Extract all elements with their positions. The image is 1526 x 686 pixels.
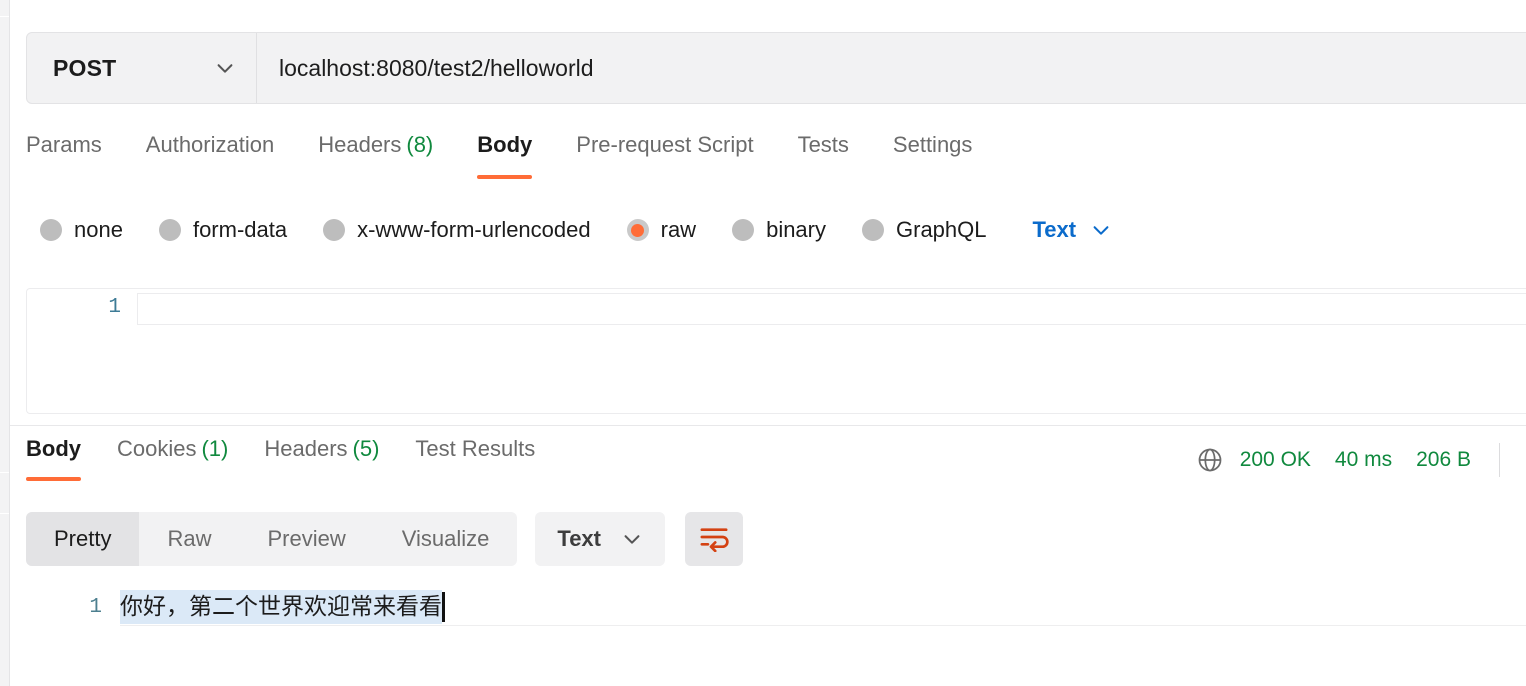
tab-label: Body [477, 132, 533, 157]
tab-label: Cookies [117, 436, 197, 461]
tab-label: Authorization [145, 132, 275, 157]
radio-icon[interactable] [862, 219, 884, 241]
sidebar-edge-strip [0, 17, 9, 472]
tab-label: Body [26, 436, 81, 461]
tab-tests[interactable]: Tests [798, 128, 849, 158]
body-type-x-www-form-urlencoded[interactable]: x-www-form-urlencoded [323, 217, 591, 243]
active-tab-underline [26, 477, 81, 481]
radio-icon[interactable] [40, 219, 62, 241]
chevron-down-icon [214, 57, 236, 79]
response-status[interactable]: 200 OK [1240, 448, 1311, 472]
tab-params[interactable]: Params [26, 128, 102, 158]
request-response-divider [10, 425, 1526, 426]
body-type-label: raw [660, 217, 697, 242]
tab-count: (1) [201, 436, 229, 461]
view-mode-label: Visualize [401, 526, 490, 551]
tab-label: Headers [318, 132, 402, 157]
active-tab-underline [477, 175, 533, 179]
radio-icon[interactable] [323, 219, 346, 241]
request-body-editor[interactable]: 1 [26, 288, 1526, 414]
response-view-mode-group: Pretty Raw Preview Visualize [26, 512, 518, 566]
radio-icon-selected[interactable] [626, 219, 649, 241]
postman-request-response-pane: POST localhost:8080/test2/helloworld Par… [0, 0, 1526, 686]
body-type-label: x-www-form-urlencoded [357, 217, 591, 242]
body-type-label: binary [766, 217, 826, 242]
globe-icon [1196, 446, 1224, 474]
sidebar-edge-strip [0, 0, 9, 16]
sidebar-divider [9, 0, 10, 686]
tab-count: (5) [352, 436, 380, 461]
request-url-input[interactable]: localhost:8080/test2/helloworld [257, 33, 1526, 103]
response-gutter: 1 [10, 585, 120, 686]
response-size[interactable]: 206 B [1416, 448, 1471, 472]
body-type-none[interactable]: none [40, 217, 123, 243]
tab-label: Params [26, 132, 102, 157]
body-type-label: none [74, 217, 123, 242]
request-url-bar: POST localhost:8080/test2/helloworld [26, 32, 1526, 104]
body-type-options: none form-data x-www-form-urlencoded raw… [40, 206, 1112, 254]
request-tabs: Params Authorization Headers (8) Body Pre… [26, 128, 1016, 184]
view-mode-raw[interactable]: Raw [139, 512, 239, 566]
text-caret [442, 592, 445, 622]
editor-active-line[interactable] [137, 293, 1526, 325]
tab-count: (8) [406, 132, 434, 157]
response-body-text: 你好，第二个世界欢迎常来看看 [120, 590, 442, 624]
tab-body[interactable]: Body [477, 128, 533, 179]
response-tab-test-results[interactable]: Test Results [415, 436, 535, 462]
response-time[interactable]: 40 ms [1335, 448, 1392, 472]
tab-settings[interactable]: Settings [893, 128, 973, 158]
sidebar-edge-strip [0, 514, 9, 686]
http-method-dropdown[interactable]: POST [27, 33, 257, 103]
response-body-viewer[interactable]: 1 你好，第二个世界欢迎常来看看 [10, 585, 1526, 686]
raw-format-label: Text [1032, 217, 1077, 242]
response-body-line[interactable]: 你好，第二个世界欢迎常来看看 [120, 590, 445, 624]
radio-icon[interactable] [158, 219, 181, 241]
view-mode-visualize[interactable]: Visualize [374, 512, 518, 566]
tab-headers[interactable]: Headers (8) [318, 128, 433, 158]
response-tab-headers[interactable]: Headers (5) [264, 436, 379, 462]
view-mode-label: Raw [167, 526, 212, 551]
tab-label: Headers [264, 436, 348, 461]
tab-label: Tests [797, 132, 849, 157]
chevron-down-icon [1090, 219, 1112, 241]
meta-separator [1499, 443, 1500, 477]
response-view-toolbar: Pretty Raw Preview Visualize Text [26, 512, 743, 566]
tab-label: Test Results [415, 436, 536, 461]
word-wrap-icon [697, 522, 731, 557]
body-type-raw[interactable]: raw [626, 217, 697, 243]
sidebar-edge-strip [0, 473, 9, 513]
radio-icon[interactable] [732, 219, 755, 241]
response-code-area[interactable]: 你好，第二个世界欢迎常来看看 [120, 585, 1526, 686]
line-number: 1 [108, 296, 121, 319]
view-mode-preview[interactable]: Preview [239, 512, 373, 566]
view-mode-label: Preview [267, 526, 346, 551]
view-mode-label: Pretty [54, 526, 112, 551]
editor-gutter: 1 [27, 289, 137, 413]
response-tab-body[interactable]: Body [26, 436, 81, 481]
body-type-label: form-data [192, 217, 288, 242]
response-tabs: Body Cookies (1) Headers (5) Test Results [26, 436, 571, 486]
chevron-down-icon [621, 528, 643, 550]
http-method-label: POST [53, 54, 117, 81]
view-mode-pretty[interactable]: Pretty [26, 512, 140, 566]
body-type-form-data[interactable]: form-data [158, 217, 288, 243]
response-line-underline [120, 625, 1526, 626]
request-url-text: localhost:8080/test2/helloworld [279, 54, 594, 81]
body-type-graphql[interactable]: GraphQL [862, 217, 987, 243]
editor-code-area[interactable] [137, 289, 1526, 413]
body-type-label: GraphQL [896, 217, 987, 242]
tab-label: Pre-request Script [576, 132, 754, 157]
word-wrap-button[interactable] [685, 512, 743, 566]
tab-pre-request-script[interactable]: Pre-request Script [576, 128, 753, 158]
tab-authorization[interactable]: Authorization [146, 128, 274, 158]
line-number: 1 [89, 596, 102, 619]
response-meta: 200 OK 40 ms 206 B [1196, 442, 1500, 478]
response-format-label: Text [557, 526, 601, 551]
tab-label: Settings [892, 132, 973, 157]
response-tab-cookies[interactable]: Cookies (1) [117, 436, 228, 462]
body-type-binary[interactable]: binary [732, 217, 826, 243]
raw-format-dropdown[interactable]: Text [1033, 217, 1113, 243]
response-format-dropdown[interactable]: Text [535, 512, 665, 566]
